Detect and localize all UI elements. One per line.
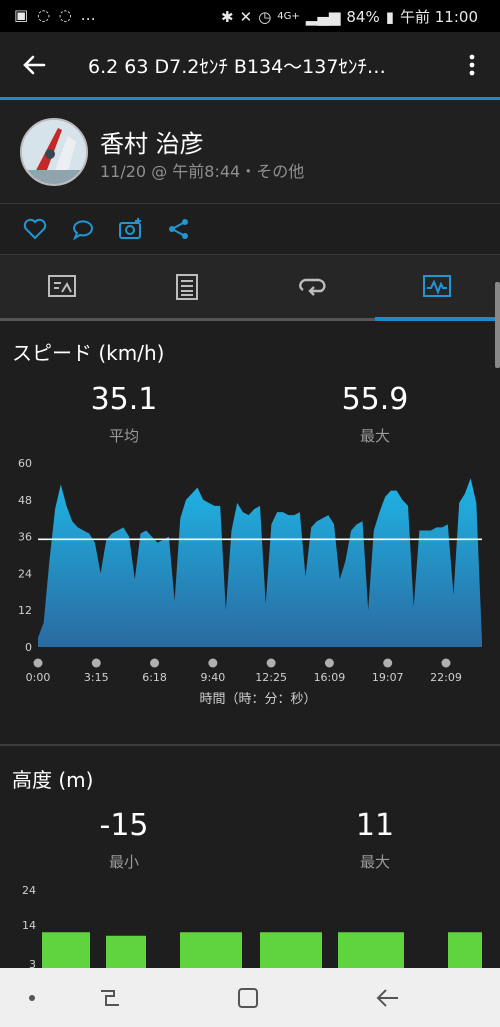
- altitude-y-tick: 14: [22, 919, 36, 932]
- altitude-y-tick: 3: [29, 958, 36, 968]
- status-bar: ▣ ◌ ◌ … ✱ ✕ ◷ 4G+ ▂▄▆ 84% ▮ 午前 11:00: [0, 0, 500, 32]
- altitude-area-segment: [106, 935, 146, 968]
- speed-x-axis-label: 時間（時：分：秒）: [199, 692, 316, 707]
- alarm-icon: ◷: [258, 7, 272, 26]
- altitude-min-value: -15: [99, 808, 149, 843]
- speed-x-tick-dot: [383, 658, 393, 668]
- speed-x-tick-dot: [266, 658, 276, 668]
- altitude-section-title: 高度 (m): [12, 768, 94, 792]
- speed-avg-value: 35.1: [90, 382, 158, 417]
- tab-charts[interactable]: [375, 255, 500, 321]
- back-arrow-icon[interactable]: [18, 50, 50, 80]
- speed-max-value: 55.9: [341, 382, 409, 417]
- altitude-y-tick: 24: [22, 884, 36, 897]
- activity-title: 6.2 63 D7.2ｾﾝﾁ B134～137ｾﾝﾁ…: [88, 56, 386, 78]
- signal-icon: ▂▄▆: [305, 7, 341, 26]
- scrollbar[interactable]: [495, 282, 500, 368]
- altitude-area-segment: [448, 932, 482, 968]
- tab-stats[interactable]: [125, 255, 250, 321]
- altitude-area-segment: [338, 932, 404, 968]
- map-summary-icon: [48, 275, 76, 297]
- altitude-area-segment: [260, 932, 322, 968]
- speed-y-tick: 36: [18, 531, 32, 544]
- activity-meta: 11/20 @ 午前8:44・その他: [100, 162, 305, 181]
- speed-x-tick-dot: [208, 658, 218, 668]
- speed-x-tick: 12:25: [255, 671, 287, 684]
- speed-x-tick-dot: [91, 658, 101, 668]
- clock: 午前 11:00: [400, 8, 478, 26]
- speed-x-tick: 22:09: [430, 671, 462, 684]
- altitude-max-label: 最大: [359, 853, 390, 871]
- like-heart-icon[interactable]: [22, 216, 48, 242]
- laps-loop-icon: [299, 278, 326, 296]
- speed-x-tick-dot: [150, 658, 160, 668]
- tab-laps[interactable]: [250, 255, 375, 321]
- share-icon[interactable]: [166, 216, 192, 242]
- chart-pulse-icon: [423, 275, 451, 297]
- tab-selected-indicator: [375, 317, 500, 321]
- system-nav-bar: [0, 968, 500, 1027]
- add-photo-icon[interactable]: [118, 216, 144, 242]
- speed-y-tick: 60: [18, 457, 32, 470]
- action-row: [0, 204, 500, 255]
- speed-y-tick: 12: [18, 604, 32, 617]
- tab-bar: [0, 255, 500, 321]
- altitude-chart: 24 14 3: [22, 884, 482, 968]
- comment-icon[interactable]: [70, 216, 96, 242]
- network-label: 4G+: [277, 11, 300, 22]
- speed-x-tick-dot: [441, 658, 451, 668]
- speed-avg-label: 平均: [108, 427, 139, 445]
- app-bar: 6.2 63 D7.2ｾﾝﾁ B134～137ｾﾝﾁ…: [0, 32, 500, 98]
- speed-max-label: 最大: [359, 427, 390, 445]
- back-icon[interactable]: [374, 986, 402, 1010]
- altitude-min-label: 最小: [108, 853, 139, 871]
- user-name: 香村 治彦: [100, 130, 204, 158]
- speed-x-tick: 9:40: [201, 671, 226, 684]
- altitude-area-segment: [42, 932, 90, 968]
- speed-area-series: [38, 478, 482, 647]
- profile-header: 香村 治彦 11/20 @ 午前8:44・その他: [0, 100, 500, 204]
- speed-y-tick: 48: [18, 494, 32, 507]
- more-vert-icon[interactable]: [462, 50, 482, 80]
- nav-dot-icon[interactable]: [18, 986, 46, 1010]
- bluetooth-icon: ✱: [221, 7, 234, 26]
- home-icon[interactable]: [234, 986, 262, 1010]
- speed-chart: 60 48 36 24 12 0 0:00 3:15 6:18 9:40 12:25 16:09 19…: [18, 457, 482, 707]
- speed-x-tick: 3:15: [84, 671, 109, 684]
- speed-x-tick-dot: [33, 658, 43, 668]
- speed-y-tick: 0: [25, 641, 32, 654]
- altitude-max-value: 11: [355, 808, 395, 843]
- recent-apps-icon[interactable]: [96, 986, 124, 1010]
- avatar[interactable]: [20, 118, 88, 186]
- section-divider: [0, 744, 500, 746]
- stats-document-icon: [176, 274, 198, 300]
- battery-icon: ▮: [385, 7, 394, 26]
- notification-icons: ▣ ◌ ◌ …: [14, 6, 98, 24]
- speed-section-title: スピード (km/h): [12, 341, 165, 365]
- speed-x-tick-dot: [324, 658, 334, 668]
- speed-x-tick: 19:07: [372, 671, 404, 684]
- tab-overview[interactable]: [0, 255, 125, 321]
- battery-percent: 84%: [346, 7, 380, 26]
- speed-x-tick: 6:18: [142, 671, 167, 684]
- avatar-image: [22, 120, 86, 184]
- speed-y-tick: 24: [18, 567, 32, 580]
- speed-x-tick: 16:09: [314, 671, 346, 684]
- speed-x-tick: 0:00: [26, 671, 51, 684]
- altitude-area-segment: [180, 932, 242, 968]
- mute-icon: ✕: [239, 7, 253, 26]
